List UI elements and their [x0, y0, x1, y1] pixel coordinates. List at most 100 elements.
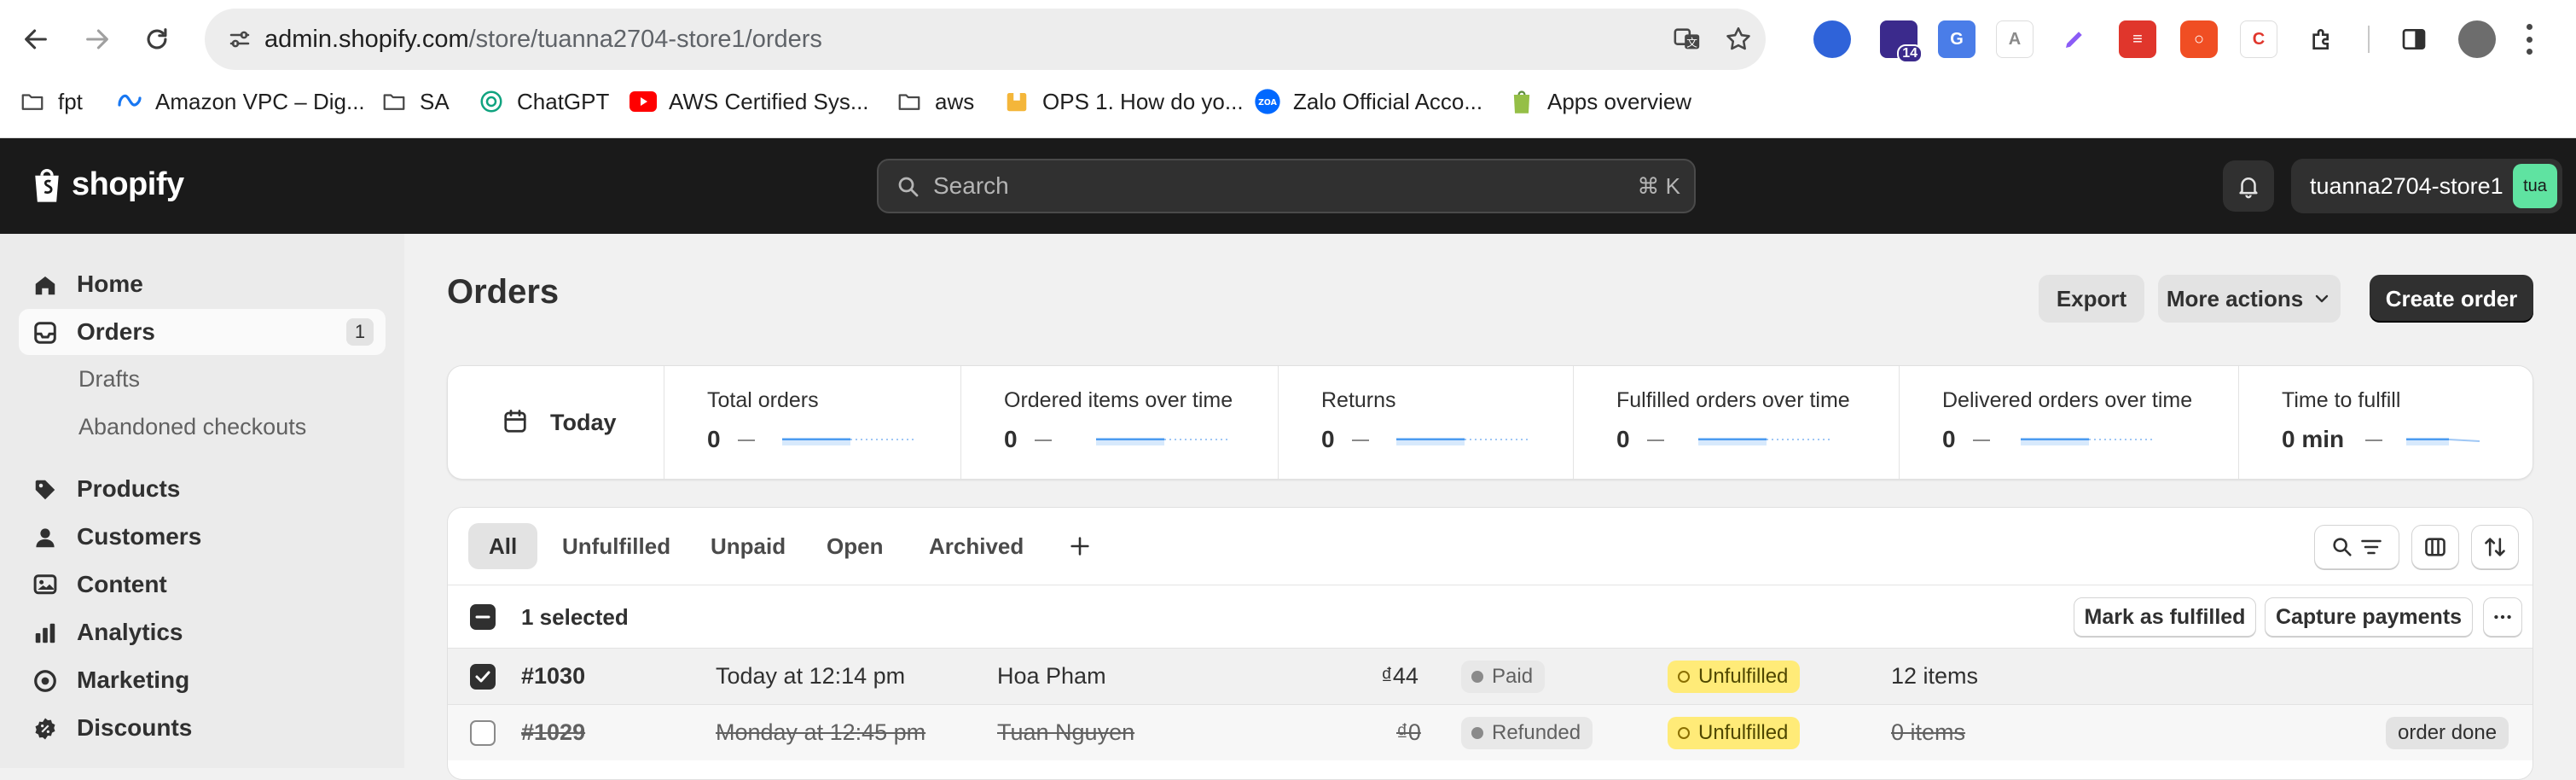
metric-value: 0 — [1616, 426, 1630, 452]
filter-icon — [2361, 539, 2382, 555]
table-row[interactable]: #1030 Today at 12:14 pm Hoa Pham ₫44 Pai… — [448, 648, 2532, 704]
sidebar-item-discounts[interactable]: Discounts — [19, 705, 386, 751]
metrics-card: Today Total orders 0 Ordered items over … — [447, 365, 2533, 480]
tab-unfulfilled[interactable]: Unfulfilled — [542, 523, 691, 569]
more-actions-button[interactable]: More actions — [2158, 275, 2341, 323]
store-menu-button[interactable]: tuanna2704-store1 tua — [2291, 159, 2562, 213]
sidebar-item-drafts[interactable]: Drafts — [78, 360, 140, 398]
mark-fulfilled-button[interactable]: Mark as fulfilled — [2074, 597, 2256, 637]
create-order-button[interactable]: Create order — [2370, 275, 2533, 323]
capture-payments-button[interactable]: Capture payments — [2265, 597, 2473, 637]
bookmark-item[interactable]: Amazon VPC – Dig... — [116, 79, 365, 125]
date-range-picker[interactable]: Today — [448, 366, 664, 479]
translate-icon[interactable]: 文 — [1668, 20, 1706, 58]
site-info-icon[interactable] — [218, 18, 261, 61]
bookmark-label: SA — [420, 88, 450, 114]
sidebar-item-customers[interactable]: Customers — [19, 514, 386, 560]
sidebar-item-abandoned-checkouts[interactable]: Abandoned checkouts — [78, 408, 306, 445]
extension-icon[interactable]: ≡ — [2119, 20, 2156, 58]
metric-title: Time to fulfill — [2282, 388, 2401, 412]
bookmark-item[interactable]: ChatGPT — [478, 79, 609, 125]
orders-icon — [34, 322, 56, 344]
metric-returns[interactable]: Returns 0 — [1279, 366, 1574, 479]
puzzle-extensions-icon[interactable] — [2303, 20, 2341, 58]
metric-time-to-fulfill[interactable]: Time to fulfill 0 min — [2239, 366, 2532, 479]
payment-status-label: Refunded — [1492, 721, 1581, 744]
sort-button[interactable] — [2471, 525, 2519, 569]
columns-button[interactable] — [2411, 525, 2459, 569]
row-checkbox[interactable] — [470, 664, 496, 690]
export-button[interactable]: Export — [2039, 275, 2144, 323]
pen-extension-icon[interactable] — [2056, 20, 2093, 58]
bookmark-label: Apps overview — [1547, 88, 1692, 114]
tab-open[interactable]: Open — [806, 523, 903, 569]
orders-table-card: All Unfulfilled Unpaid Open Archived 1 s… — [447, 507, 2533, 780]
select-all-checkbox[interactable] — [470, 604, 496, 630]
search-filter-button[interactable] — [2314, 525, 2399, 569]
package-icon — [1003, 88, 1030, 115]
bookmark-item[interactable]: AWS Certified Sys... — [629, 79, 869, 125]
sidebar-item-label: Orders — [77, 318, 155, 345]
side-panel-icon[interactable] — [2395, 20, 2433, 58]
bookmark-item[interactable]: Apps overview — [1508, 79, 1691, 125]
metric-delivered-orders[interactable]: Delivered orders over time 0 — [1900, 366, 2239, 479]
tab-archived[interactable]: Archived — [908, 523, 1044, 569]
profile-avatar[interactable] — [2458, 20, 2496, 58]
metric-value: 0 min — [2282, 426, 2345, 452]
sidebar-item-home[interactable]: Home — [19, 261, 386, 307]
order-id[interactable]: #1030 — [521, 649, 585, 703]
more-bulk-actions-button[interactable] — [2483, 597, 2522, 637]
row-checkbox[interactable] — [470, 720, 496, 746]
sidebar-item-analytics[interactable]: Analytics — [19, 609, 386, 655]
search-placeholder: Search — [933, 172, 1009, 199]
bookmark-label: ChatGPT — [517, 88, 610, 114]
bookmark-item[interactable]: SA — [380, 79, 450, 125]
extension-icon[interactable] — [1813, 20, 1851, 58]
shopify-logo[interactable]: shopify — [29, 159, 184, 210]
kebab-menu-icon[interactable] — [2527, 24, 2533, 55]
url-host: admin.shopify.com — [264, 26, 469, 53]
bookmark-item[interactable]: OPS 1. How do yo... — [1003, 79, 1244, 125]
metric-ordered-items[interactable]: Ordered items over time 0 — [961, 366, 1279, 479]
address-bar[interactable]: admin.shopify.com/store/tuanna2704-store… — [205, 9, 1766, 70]
metric-title: Delivered orders over time — [1942, 388, 2193, 412]
logo-text: shopify — [72, 166, 184, 202]
tab-all[interactable]: All — [468, 523, 538, 569]
bookmarks-bar: fpt Amazon VPC – Dig... SA ChatGPT AWS C… — [0, 79, 2576, 138]
bookmark-item[interactable]: fpt — [19, 79, 83, 125]
table-row[interactable]: #1029 Monday at 12:45 pm Tuan Nguyen ₫0 … — [448, 704, 2532, 760]
sparkline — [1396, 438, 1529, 445]
metric-fulfilled-orders[interactable]: Fulfilled orders over time 0 — [1574, 366, 1900, 479]
bookmark-item[interactable]: ZOA Zalo Official Acco... — [1254, 79, 1482, 125]
search-icon — [2333, 538, 2352, 556]
extension-icon[interactable]: ○ — [2180, 20, 2218, 58]
metric-total-orders[interactable]: Total orders 0 — [664, 366, 961, 479]
add-view-button[interactable] — [1057, 523, 1103, 569]
sidebar-item-label: Marketing — [77, 666, 190, 693]
reload-button[interactable] — [130, 12, 184, 67]
extension-icon[interactable]: A — [1996, 20, 2034, 58]
status-ring-icon — [1678, 671, 1690, 683]
fulfillment-status-badge: Unfulfilled — [1668, 717, 1801, 749]
search-input[interactable]: Search ⌘ K — [877, 159, 1696, 213]
sidebar-item-content[interactable]: Content — [19, 562, 386, 608]
order-id[interactable]: #1029 — [521, 705, 585, 760]
sidebar-item-products[interactable]: Products — [19, 466, 386, 512]
bookmark-item[interactable]: aws — [896, 79, 974, 125]
chevron-down-icon — [2315, 294, 2329, 303]
shopify-topbar: shopify Search ⌘ K tuanna2704-store1 tua — [0, 138, 2576, 234]
google-translate-extension-icon[interactable]: G — [1938, 20, 1976, 58]
sidebar-item-label: Content — [77, 571, 167, 597]
sidebar-item-orders[interactable]: Orders 1 — [19, 309, 386, 355]
extension-icon[interactable]: C — [2240, 20, 2277, 58]
extension-badge-icon[interactable]: 14 — [1880, 20, 1923, 63]
sparkline — [1096, 438, 1229, 445]
back-button[interactable] — [9, 12, 63, 67]
notifications-button[interactable] — [2223, 160, 2274, 212]
page-title: Orders — [447, 273, 560, 311]
forward-button[interactable] — [70, 12, 125, 67]
sidebar-item-marketing[interactable]: Marketing — [19, 657, 386, 703]
bookmark-star-icon[interactable] — [1720, 20, 1757, 58]
selected-count: 1 selected — [521, 604, 629, 630]
tab-unpaid[interactable]: Unpaid — [690, 523, 806, 569]
